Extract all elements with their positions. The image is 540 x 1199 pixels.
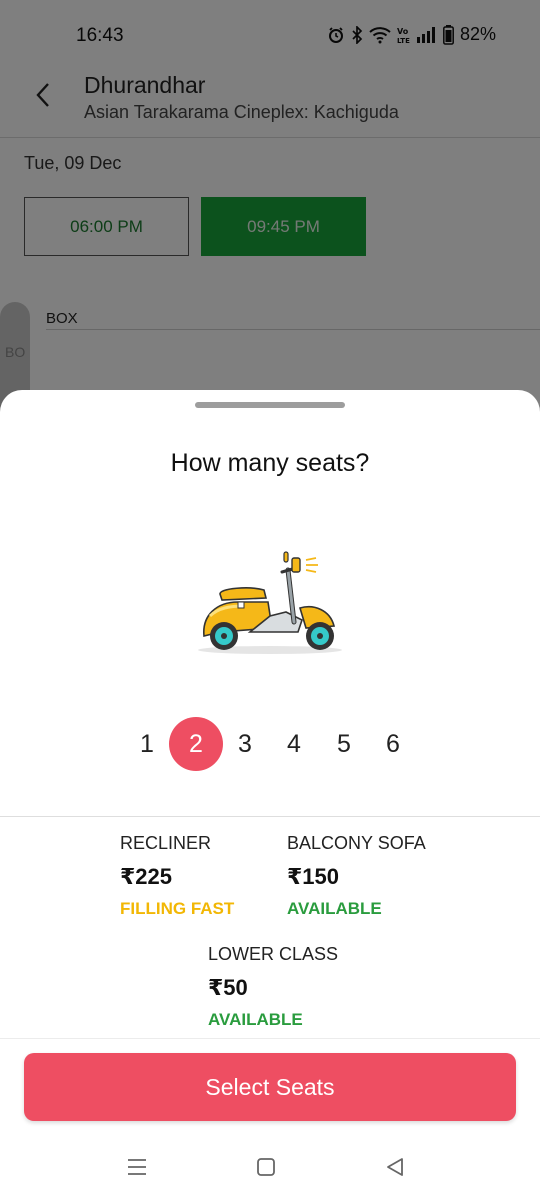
footer-divider — [0, 1038, 540, 1039]
seat-count-option[interactable]: 1 — [121, 716, 173, 772]
system-nav-bar — [0, 1130, 540, 1199]
tiers-divider — [0, 816, 540, 817]
seat-count-option-selected[interactable]: 2 — [169, 717, 223, 771]
tier-name: LOWER CLASS — [208, 944, 339, 964]
sheet-title: How many seats? — [170, 449, 370, 477]
tier-name: BALCONY SOFA — [287, 833, 426, 853]
scooter-illustration — [190, 550, 350, 660]
seat-count-option[interactable]: 6 — [367, 716, 419, 772]
seat-count-selector: 1 2 3 4 5 6 — [121, 716, 421, 772]
sheet-drag-handle[interactable] — [195, 402, 345, 408]
seat-count-sheet: How many seats? 1 2 3 4 5 6 RECLINER ₹22… — [0, 390, 540, 1199]
tier-status: AVAILABLE — [287, 899, 382, 918]
tier-price: ₹50 — [208, 975, 248, 1000]
tier-price: ₹150 — [287, 864, 340, 889]
price-tier-lower-class: LOWER CLASS ₹50 AVAILABLE — [208, 944, 408, 1030]
recents-menu-icon[interactable] — [124, 1154, 150, 1180]
home-square-icon[interactable] — [253, 1154, 279, 1180]
seat-count-option[interactable]: 5 — [318, 716, 370, 772]
seat-count-option[interactable]: 4 — [268, 716, 320, 772]
back-triangle-icon[interactable] — [382, 1154, 408, 1180]
select-seats-button[interactable]: Select Seats — [24, 1053, 516, 1121]
seat-count-option[interactable]: 3 — [219, 716, 271, 772]
price-tier-balcony-sofa: BALCONY SOFA ₹150 AVAILABLE — [287, 833, 487, 919]
tier-status: AVAILABLE — [208, 1010, 303, 1029]
